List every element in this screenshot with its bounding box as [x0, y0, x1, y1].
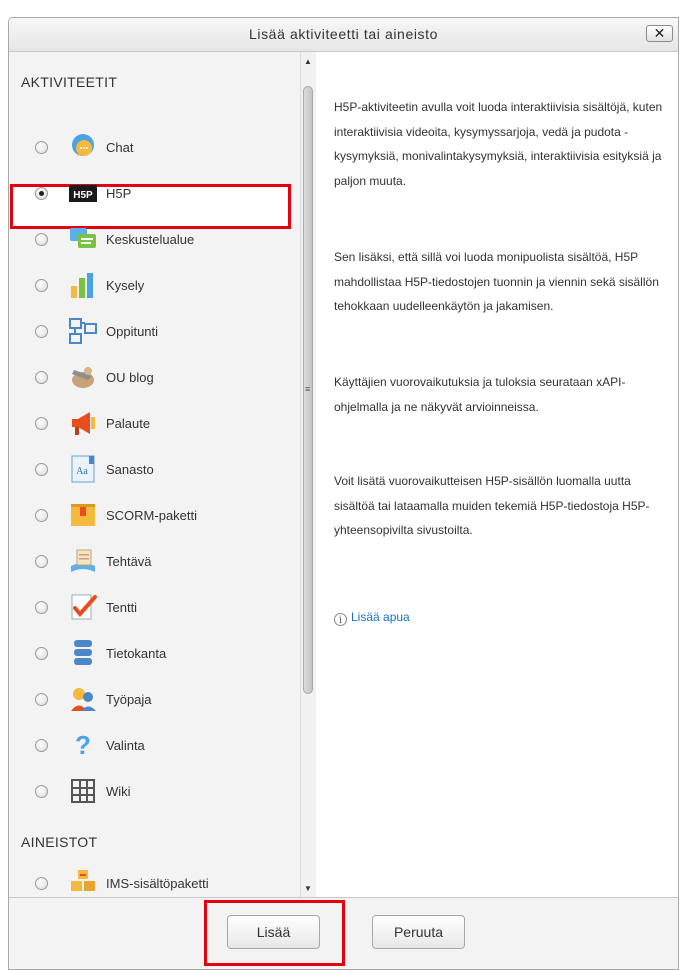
forum-icon	[68, 224, 98, 254]
radio-quiz[interactable]	[35, 601, 48, 614]
add-activity-dialog: Lisää aktiviteetti tai aineisto ✕ AKTIVI…	[8, 17, 679, 970]
option-h5p[interactable]: H5P H5P	[19, 173, 289, 215]
option-label-survey: Kysely	[106, 278, 145, 293]
option-label-feedback: Palaute	[106, 416, 151, 431]
option-quiz[interactable]: Tentti	[19, 587, 289, 629]
page-background-edge	[0, 0, 8, 970]
add-button[interactable]: Lisää	[227, 915, 320, 949]
radio-lesson[interactable]	[35, 325, 48, 338]
chat-icon	[68, 132, 98, 162]
radio-survey[interactable]	[35, 279, 48, 292]
ims-package-icon	[68, 868, 98, 897]
radio-chat[interactable]	[35, 141, 48, 154]
help-panel: H5P-aktiviteetin avulla voit luoda inter…	[316, 52, 678, 897]
option-workshop[interactable]: Työpaja	[19, 679, 289, 721]
option-assignment[interactable]: Tehtävä	[19, 541, 289, 583]
option-label-quiz: Tentti	[106, 600, 138, 615]
option-label-choice: Valinta	[106, 738, 145, 753]
dialog-titlebar: Lisää aktiviteetti tai aineisto ✕	[9, 18, 678, 52]
h5p-icon: H5P	[68, 178, 98, 208]
help-paragraph: Sen lisäksi, että sillä voi luoda monipu…	[334, 250, 659, 313]
option-glossary[interactable]: Aa Sanasto	[19, 449, 289, 491]
radio-ims-package[interactable]	[35, 877, 48, 890]
survey-icon	[68, 270, 98, 300]
svg-text:H5P: H5P	[73, 190, 93, 201]
glossary-icon: Aa	[68, 454, 98, 484]
svg-text:Aa: Aa	[76, 466, 88, 477]
assignment-icon	[68, 546, 98, 576]
scorm-icon	[68, 500, 98, 530]
section-heading-resources: AINEISTOT	[21, 834, 98, 850]
option-label-ims-package: IMS-sisältöpaketti	[106, 876, 209, 891]
option-choice[interactable]: ? Valinta	[19, 725, 289, 767]
option-label-workshop: Työpaja	[106, 692, 152, 707]
workshop-icon	[68, 684, 98, 714]
option-survey[interactable]: Kysely	[19, 265, 289, 307]
option-database[interactable]: Tietokanta	[19, 633, 289, 675]
radio-workshop[interactable]	[35, 693, 48, 706]
radio-scorm[interactable]	[35, 509, 48, 522]
close-button[interactable]: ✕	[646, 25, 673, 42]
option-label-forum: Keskustelualue	[106, 232, 195, 247]
option-label-h5p: H5P	[106, 186, 132, 201]
option-wiki[interactable]: Wiki	[19, 771, 289, 813]
blog-icon	[68, 362, 98, 392]
radio-glossary[interactable]	[35, 463, 48, 476]
cancel-button[interactable]: Peruuta	[372, 915, 465, 949]
help-paragraph: Voit lisätä vuorovaikutteisen H5P-sisäll…	[334, 474, 650, 537]
quiz-icon	[68, 592, 98, 622]
radio-feedback[interactable]	[35, 417, 48, 430]
option-scorm[interactable]: SCORM-paketti	[19, 495, 289, 537]
radio-choice[interactable]	[35, 739, 48, 752]
dialog-footer: Lisää Peruuta	[9, 897, 678, 969]
svg-text:?: ?	[75, 730, 91, 760]
option-label-glossary: Sanasto	[106, 462, 154, 477]
radio-forum[interactable]	[35, 233, 48, 246]
help-paragraph: Käyttäjien vuorovaikutuksia ja tuloksia …	[334, 375, 626, 414]
option-label-scorm: SCORM-paketti	[106, 508, 198, 523]
more-help-link[interactable]: i Lisää apua	[334, 610, 410, 626]
activity-list-scrollbar[interactable]: ▲ ≡ ▼	[300, 52, 316, 897]
option-label-blog: OU blog	[106, 370, 154, 385]
choice-icon: ?	[68, 730, 98, 760]
scroll-down-arrow-icon[interactable]: ▼	[304, 884, 312, 893]
option-chat[interactable]: Chat	[19, 127, 289, 169]
section-heading-activities: AKTIVITEETIT	[21, 74, 118, 90]
database-icon	[68, 638, 98, 668]
more-help-link-label: Lisää apua	[351, 610, 410, 624]
option-ims-package[interactable]: IMS-sisältöpaketti	[19, 863, 289, 897]
option-label-wiki: Wiki	[106, 784, 131, 799]
option-blog[interactable]: OU blog	[19, 357, 289, 399]
info-icon: i	[334, 613, 347, 626]
activity-list-panel: AKTIVITEETIT Chat H5P H5P Keskustelualue	[9, 52, 300, 897]
option-label-database: Tietokanta	[106, 646, 167, 661]
option-label-chat: Chat	[106, 140, 134, 155]
radio-assignment[interactable]	[35, 555, 48, 568]
option-lesson[interactable]: Oppitunti	[19, 311, 289, 353]
scrollbar-thumb[interactable]: ≡	[303, 86, 313, 694]
wiki-icon	[68, 776, 98, 806]
scrollbar-grip-icon: ≡	[305, 384, 311, 394]
radio-blog[interactable]	[35, 371, 48, 384]
dialog-title: Lisää aktiviteetti tai aineisto	[248, 26, 439, 42]
radio-wiki[interactable]	[35, 785, 48, 798]
feedback-icon	[68, 408, 98, 438]
help-paragraph: H5P-aktiviteetin avulla voit luoda inter…	[334, 100, 663, 188]
option-feedback[interactable]: Palaute	[19, 403, 289, 445]
lesson-icon	[68, 316, 98, 346]
option-label-lesson: Oppitunti	[106, 324, 159, 339]
radio-h5p[interactable]	[35, 187, 48, 200]
radio-database[interactable]	[35, 647, 48, 660]
option-label-assignment: Tehtävä	[106, 554, 152, 569]
scroll-up-arrow-icon[interactable]: ▲	[304, 57, 312, 66]
option-forum[interactable]: Keskustelualue	[19, 219, 289, 261]
